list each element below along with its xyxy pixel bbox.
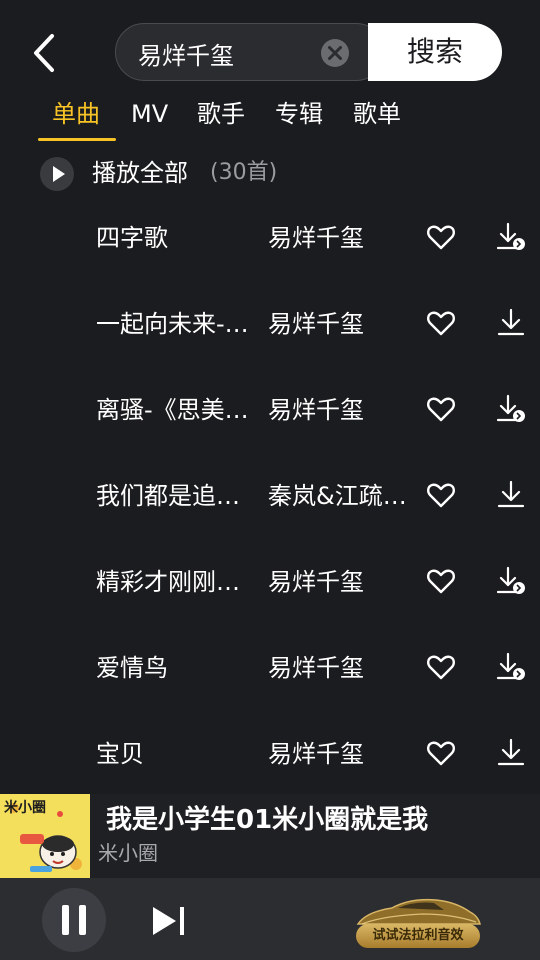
like-button[interactable]: [426, 652, 456, 682]
like-button[interactable]: [426, 480, 456, 510]
heart-icon: [427, 225, 455, 250]
ferrari-sound-effect-button[interactable]: 试试法拉利音效: [352, 894, 484, 950]
song-row[interactable]: 爱情鸟 易烊千玺: [0, 626, 540, 712]
download-button[interactable]: [496, 651, 526, 683]
song-artist: 易烊千玺: [268, 396, 364, 424]
tab-albums[interactable]: 专辑: [275, 96, 323, 136]
heart-icon: [427, 655, 455, 680]
download-button[interactable]: [496, 737, 526, 769]
album-cover-title: 米小圈: [4, 800, 46, 816]
song-row[interactable]: 一起向未来-… 易烊千玺: [0, 282, 540, 368]
song-artist: 易烊千玺: [268, 740, 364, 768]
pause-icon: [62, 905, 86, 935]
download-badge-icon: [496, 394, 525, 422]
song-row[interactable]: 我们都是追… 秦岚&江疏…: [0, 454, 540, 540]
song-artist: 易烊千玺: [268, 654, 364, 682]
song-artist: 易烊千玺: [268, 568, 364, 596]
download-badge-icon: [496, 652, 525, 680]
song-title: 离骚-《思美…: [96, 396, 249, 424]
search-button[interactable]: 搜索: [368, 23, 502, 81]
now-playing-artist: 米小圈: [98, 841, 158, 865]
now-playing-title: 我是小学生01米小圈就是我: [106, 805, 429, 835]
player-controls: 试试法拉利音效: [0, 878, 540, 960]
clear-search-button[interactable]: [320, 38, 350, 68]
song-count: (30首): [210, 160, 278, 185]
song-title: 我们都是追…: [96, 482, 240, 510]
download-badge-icon: [496, 566, 525, 594]
like-button[interactable]: [426, 566, 456, 596]
search-box: [115, 23, 385, 81]
download-button[interactable]: [496, 393, 526, 425]
like-button[interactable]: [426, 738, 456, 768]
skip-next-icon: [153, 907, 184, 935]
heart-icon: [427, 311, 455, 336]
ferrari-sound-label: 试试法拉利音效: [356, 924, 480, 948]
search-input[interactable]: [136, 34, 320, 72]
next-button[interactable]: [150, 904, 188, 938]
song-title: 四字歌: [96, 224, 168, 252]
song-artist: 易烊千玺: [268, 310, 364, 338]
download-icon: [497, 480, 525, 508]
tab-mv[interactable]: MV: [131, 96, 168, 136]
back-button[interactable]: [26, 32, 66, 74]
play-icon: [53, 166, 65, 182]
song-artist: 秦岚&江疏…: [268, 482, 407, 510]
heart-icon: [427, 741, 455, 766]
play-all-button[interactable]: [40, 157, 74, 191]
clear-icon: [321, 39, 349, 67]
song-row[interactable]: 四字歌 易烊千玺: [0, 196, 540, 282]
active-tab-indicator: [38, 138, 116, 141]
song-title: 爱情鸟: [96, 654, 168, 682]
car-icon: [356, 898, 481, 925]
download-button[interactable]: [496, 565, 526, 597]
heart-icon: [427, 483, 455, 508]
play-all-label: 播放全部: [92, 159, 188, 187]
song-row[interactable]: 宝贝 易烊千玺: [0, 712, 540, 798]
tab-singers[interactable]: 歌手: [197, 96, 245, 136]
song-title: 宝贝: [96, 740, 144, 768]
play-all-row[interactable]: 播放全部 (30首): [0, 150, 540, 198]
download-button[interactable]: [496, 221, 526, 253]
download-badge-icon: [496, 222, 525, 250]
top-bar: 搜索: [0, 0, 540, 100]
tab-playlists[interactable]: 歌单: [353, 96, 401, 136]
download-button[interactable]: [496, 479, 526, 511]
download-button[interactable]: [496, 307, 526, 339]
like-button[interactable]: [426, 222, 456, 252]
download-icon: [497, 738, 525, 766]
heart-icon: [427, 397, 455, 422]
tab-songs[interactable]: 单曲: [52, 96, 100, 136]
song-row[interactable]: 精彩才刚刚… 易烊千玺: [0, 540, 540, 626]
heart-icon: [427, 569, 455, 594]
song-artist: 易烊千玺: [268, 224, 364, 252]
like-button[interactable]: [426, 394, 456, 424]
pause-button[interactable]: [42, 888, 106, 952]
download-icon: [497, 308, 525, 336]
song-title: 一起向未来-…: [96, 310, 249, 338]
like-button[interactable]: [426, 308, 456, 338]
result-tabs: 单曲 MV 歌手 专辑 歌单: [0, 96, 540, 142]
chevron-left-icon: [34, 34, 54, 72]
now-playing-bar[interactable]: 米小圈 我是小学生01米小圈就是我 米小圈: [0, 794, 540, 878]
album-cover[interactable]: 米小圈: [0, 794, 90, 878]
song-row[interactable]: 离骚-《思美… 易烊千玺: [0, 368, 540, 454]
song-title: 精彩才刚刚…: [96, 568, 240, 596]
